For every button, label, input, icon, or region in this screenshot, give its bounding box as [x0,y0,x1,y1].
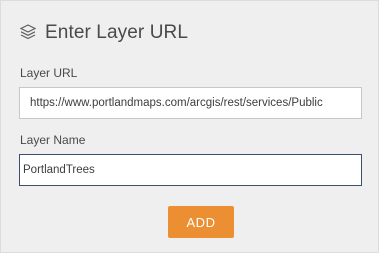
add-button[interactable]: ADD [168,206,234,238]
layer-name-label: Layer Name [20,133,86,147]
layers-icon [19,23,37,41]
panel-header: Enter Layer URL [19,18,188,46]
layer-url-input[interactable] [19,87,362,119]
dialog-title: Enter Layer URL [45,21,189,43]
layer-name-input[interactable] [19,154,362,186]
layer-url-label: Layer URL [20,66,78,80]
enter-layer-url-panel: Enter Layer URL Layer URL Layer Name ADD [0,0,379,253]
